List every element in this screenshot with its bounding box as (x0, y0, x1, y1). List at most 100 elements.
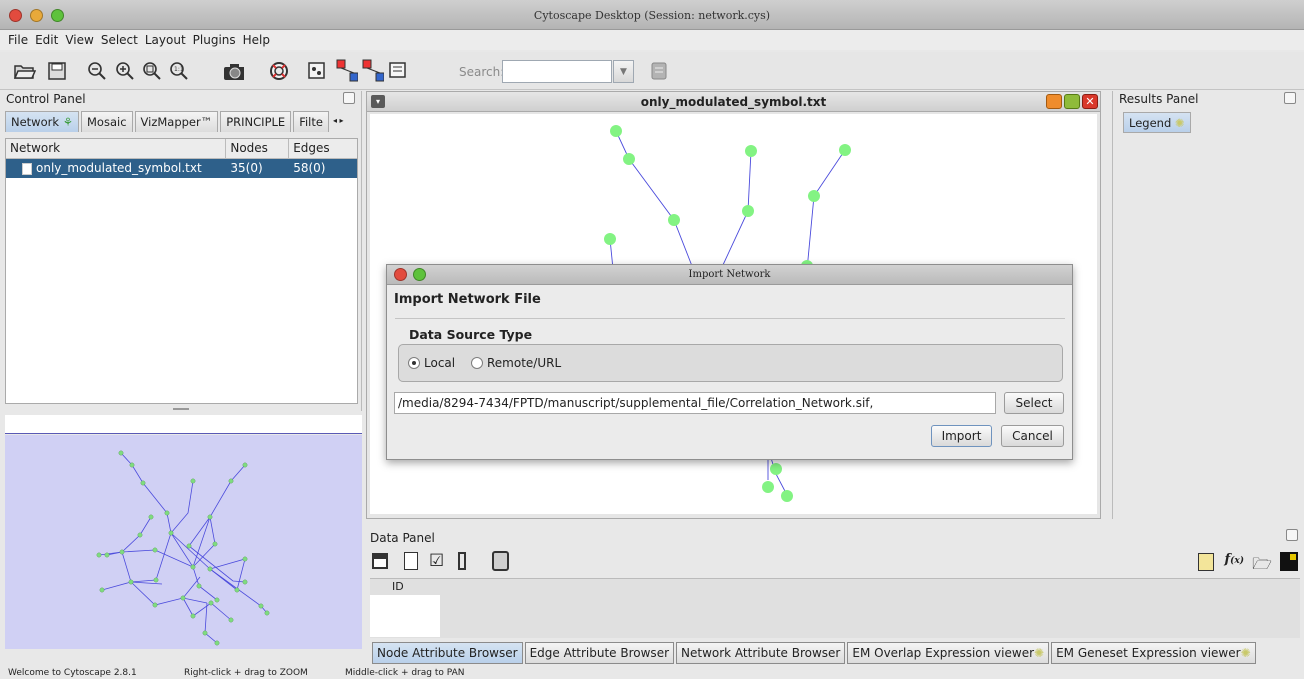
network-view-titlebar: ▾ only_modulated_symbol.txt ✕ (367, 92, 1100, 112)
menu-help[interactable]: Help (242, 33, 271, 47)
window-close-button[interactable]: ✕ (1082, 94, 1098, 109)
chevron-down-icon: ▼ (620, 66, 627, 77)
status-bar: Welcome to Cytoscape 2.8.1 Right-click +… (0, 664, 1304, 679)
splitter-handle[interactable] (173, 408, 189, 410)
network-name-cell: only_modulated_symbol.txt (6, 159, 226, 178)
tab-mosaic[interactable]: Mosaic (81, 111, 133, 132)
tab-network[interactable]: Network ⚘ (5, 111, 79, 132)
column-id[interactable]: ID (370, 579, 440, 594)
select-attributes-icon[interactable] (372, 553, 388, 569)
trash-icon[interactable] (492, 551, 509, 571)
dialog-titlebar: Import Network (387, 265, 1072, 285)
dialog-title: Import Network (688, 269, 771, 280)
tab-edge-attribute-browser[interactable]: Edge Attribute Browser (524, 642, 675, 664)
new-network-icon[interactable] (306, 60, 328, 82)
zoom-fit-icon[interactable]: 1:1 (168, 60, 190, 82)
import-button[interactable]: Import (931, 425, 992, 447)
column-network[interactable]: Network (6, 139, 227, 158)
search-options-icon[interactable] (648, 60, 670, 82)
attribute-table-cell (370, 595, 440, 637)
dialog-heading: Import Network File (394, 292, 541, 307)
matrix-icon[interactable] (458, 552, 466, 570)
window-minimize-button[interactable] (1046, 94, 1062, 109)
local-radio[interactable] (408, 357, 420, 369)
zoom-out-icon[interactable] (86, 60, 108, 82)
attribute-sheet-icon[interactable] (1198, 553, 1214, 571)
network-view-title: only_modulated_symbol.txt (640, 95, 827, 109)
search-input[interactable] (502, 60, 612, 83)
control-panel: Control Panel Network ⚘ Mosaic VizMapper… (0, 91, 362, 411)
tab-network-attribute-browser[interactable]: Network Attribute Browser (676, 642, 846, 664)
cancel-button[interactable]: Cancel (1001, 425, 1064, 447)
vizmapper-icon[interactable] (388, 60, 410, 82)
network-overview (0, 411, 362, 649)
overview-graph (96, 450, 270, 646)
status-zoom-hint: Right-click + drag to ZOOM (184, 668, 308, 678)
svg-text:1:1: 1:1 (174, 66, 184, 73)
tab-filters[interactable]: Filte (293, 111, 329, 132)
overview-canvas[interactable] (5, 435, 362, 649)
float-panel-icon[interactable] (343, 92, 355, 104)
tab-principle[interactable]: PRINCIPLE (220, 111, 292, 132)
function-icon[interactable]: f(x) (1225, 552, 1244, 567)
data-source-type-group: Local Remote/URL (398, 344, 1063, 382)
hide-selected-icon[interactable] (362, 59, 384, 82)
remote-url-radio[interactable] (471, 357, 483, 369)
menu-layout[interactable]: Layout (144, 33, 187, 47)
menu-file[interactable]: File (7, 33, 29, 47)
menu-select[interactable]: Select (100, 33, 139, 47)
tab-scroll-arrows[interactable]: ◂ ▸ (331, 111, 344, 132)
network-nodes-cell: 35(0) (230, 161, 263, 175)
menu-edit[interactable]: Edit (34, 33, 59, 47)
local-radio-label[interactable]: Local (424, 356, 455, 370)
data-panel: Data Panel ☑ f(x) 🗁 ID (366, 526, 1304, 638)
search-dropdown-button[interactable]: ▼ (613, 60, 634, 83)
results-panel: Results Panel Legend ✺ (1112, 91, 1304, 519)
open-folder-icon[interactable]: 🗁 (1252, 553, 1272, 580)
control-panel-title: Control Panel (6, 92, 86, 106)
network-tab-icon: ⚘ (62, 115, 73, 129)
first-neighbors-icon[interactable] (336, 59, 358, 82)
tab-vizmapper[interactable]: VizMapper™ (134, 111, 219, 132)
float-panel-icon[interactable] (1284, 92, 1296, 104)
remote-url-radio-label[interactable]: Remote/URL (487, 356, 561, 370)
window-restore-button[interactable] (1064, 94, 1080, 109)
search-label: Search: (459, 65, 505, 79)
results-panel-title: Results Panel (1119, 92, 1199, 106)
network-row[interactable]: only_modulated_symbol.txt 35(0) 58(0) (6, 159, 357, 178)
menu-view[interactable]: View (64, 33, 94, 47)
plugin-icon: ✺ (1240, 646, 1251, 660)
heatmap-icon[interactable] (1280, 552, 1298, 571)
select-all-icon[interactable]: ☑ (429, 551, 444, 571)
network-table: Network Nodes Edges only_modulated_symbo… (5, 138, 358, 404)
title-bar: Cytoscape Desktop (Session: network.cys) (0, 0, 1304, 30)
menu-plugins[interactable]: Plugins (192, 33, 237, 47)
window-title: Cytoscape Desktop (Session: network.cys) (533, 9, 771, 22)
camera-icon[interactable] (222, 60, 244, 82)
control-panel-tabs: Network ⚘ Mosaic VizMapper™ PRINCIPLE Fi… (0, 111, 361, 132)
column-edges[interactable]: Edges (289, 139, 357, 158)
new-attribute-icon[interactable] (404, 552, 418, 570)
select-button[interactable]: Select (1004, 392, 1064, 414)
tab-em-overlap-expression-viewer[interactable]: EM Overlap Expression viewer✺ (847, 642, 1050, 664)
zoom-selected-icon[interactable] (141, 60, 163, 82)
overview-header (5, 415, 362, 434)
help-lifebuoy-icon[interactable] (268, 60, 290, 82)
tab-em-geneset-expression-viewer[interactable]: EM Geneset Expression viewer✺ (1051, 642, 1256, 664)
status-pan-hint: Middle-click + drag to PAN (345, 668, 465, 678)
float-panel-icon[interactable] (1286, 529, 1298, 541)
zoom-in-icon[interactable] (114, 60, 136, 82)
save-icon[interactable] (46, 60, 68, 82)
data-panel-tabs: Node Attribute Browser Edge Attribute Br… (372, 642, 1256, 664)
document-icon (22, 162, 32, 175)
open-folder-icon[interactable] (14, 60, 36, 82)
tab-node-attribute-browser[interactable]: Node Attribute Browser (372, 642, 523, 664)
import-network-dialog: Import Network Import Network File Data … (386, 264, 1073, 460)
data-panel-title: Data Panel (370, 531, 435, 545)
plugin-icon: ✺ (1034, 646, 1045, 660)
attribute-table: ID (370, 578, 1300, 638)
file-path-input[interactable]: /media/8294-7434/FPTD/manuscript/supplem… (394, 392, 996, 414)
tab-legend[interactable]: Legend ✺ (1123, 112, 1191, 133)
column-nodes[interactable]: Nodes (226, 139, 290, 158)
network-edges-cell: 58(0) (293, 161, 326, 175)
